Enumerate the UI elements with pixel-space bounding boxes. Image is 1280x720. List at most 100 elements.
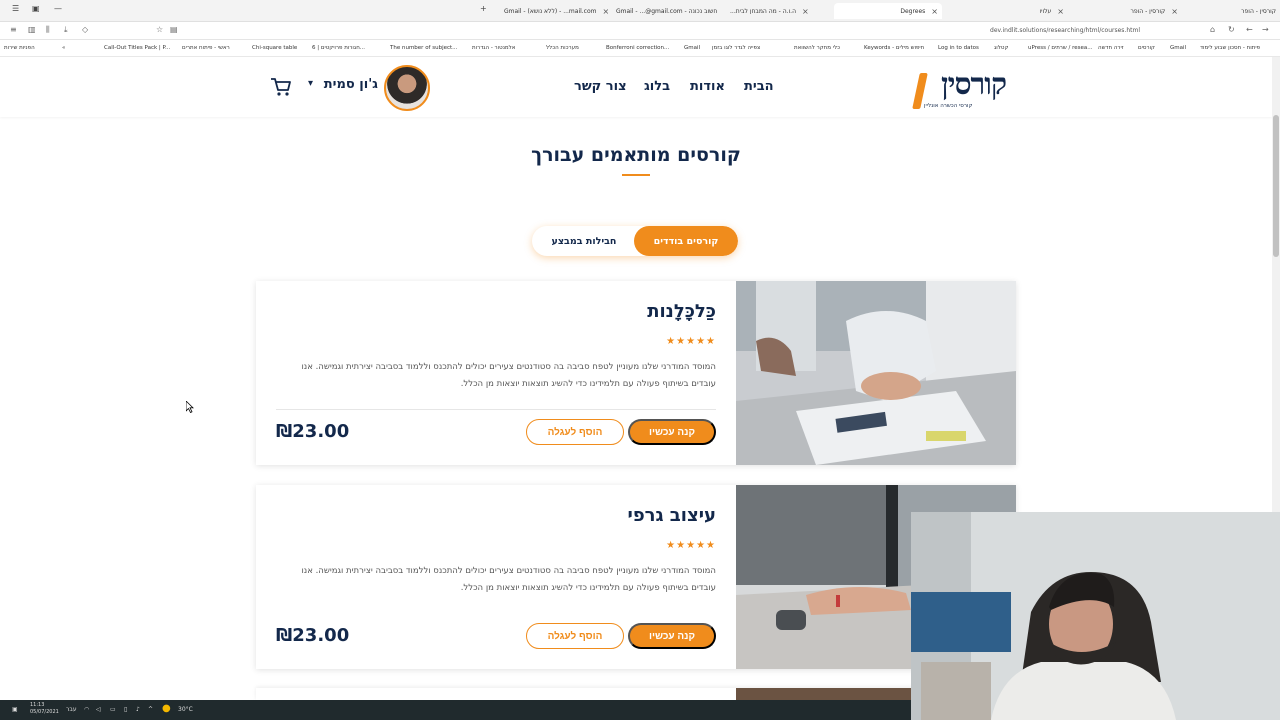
course-title[interactable]: כַּלכָּלָנות: [647, 301, 716, 322]
date: 05/07/2021: [30, 709, 59, 715]
logo-text: קורסין: [940, 67, 1007, 102]
course-description: המוסד המודרני שלנו מעוניין לטפח סביבה בה…: [301, 566, 716, 593]
volume-icon[interactable]: ◁: [96, 706, 101, 713]
avatar[interactable]: [384, 65, 430, 111]
close-icon[interactable]: ×: [603, 7, 609, 16]
scrollbar-thumb[interactable]: [1273, 115, 1279, 257]
course-type-toggle: קורסים בודדים חבילות במבצע: [532, 226, 738, 256]
course-card: כַּלכָּלָנות ★★★★★ המוסד המודרני שלנו מע…: [256, 281, 1016, 465]
tab-single-courses[interactable]: קורסים בודדים: [634, 226, 738, 256]
mouse-cursor-icon: [186, 401, 194, 413]
chevron-down-icon[interactable]: ▾: [308, 78, 313, 89]
chevron-left-icon[interactable]: «: [62, 45, 65, 51]
tab-label: ...ה.ו.ה - מה המבחן לבית: [730, 7, 796, 15]
tab-gmail-1[interactable]: Gmail - (ללא נושא) - ...mail.com ×: [500, 3, 608, 19]
close-icon[interactable]: ×: [1057, 7, 1064, 16]
buy-now-button[interactable]: קנה עכשיו: [628, 623, 716, 649]
course-title[interactable]: עיצוב גרפי: [628, 505, 716, 526]
nav-home[interactable]: הבית: [744, 79, 774, 94]
star-icon[interactable]: ☆: [156, 25, 163, 34]
course-price: ₪23.00: [276, 625, 350, 646]
bookmarks-bar: הפניות שירות « Call-Out Titles Pack | P.…: [0, 40, 1280, 57]
menu-icon[interactable]: ☰: [12, 4, 19, 13]
minimize-icon[interactable]: —: [54, 4, 62, 13]
bookmark[interactable]: צפייה לגדר לוגו בזמן: [712, 45, 760, 51]
library-icon[interactable]: ⫼: [46, 25, 50, 35]
time: 11:13: [30, 702, 45, 708]
tab-gmail-2[interactable]: Gmail - ...@gmail.com - חשוב נכונה×: [612, 3, 722, 19]
tab-third[interactable]: ...ה.ו.ה - מה המבחן לבית ×: [726, 3, 836, 19]
nav-about[interactable]: אודות: [690, 79, 725, 94]
bookmark[interactable]: Bonferroni correction...: [606, 45, 669, 51]
divider: [276, 409, 716, 410]
battery-icon[interactable]: ▯: [124, 706, 127, 713]
tab-seventh[interactable]: קורסין - הופר: [1184, 3, 1280, 19]
sidebar-icon[interactable]: ≡: [10, 25, 17, 34]
back-icon[interactable]: ←: [1246, 25, 1253, 34]
bookmark[interactable]: Gmail: [1170, 45, 1186, 51]
bookmark[interactable]: The number of subject...: [390, 45, 457, 51]
wifi-icon[interactable]: ◠: [84, 706, 89, 713]
bookmark[interactable]: Log in to datos: [938, 45, 979, 51]
tab-label: Degrees: [900, 7, 926, 15]
shield-icon[interactable]: ◇: [82, 25, 88, 34]
bookmark[interactable]: Call-Out Titles Pack | P...: [104, 45, 170, 51]
download-icon[interactable]: ⤓: [64, 25, 68, 35]
add-to-cart-button[interactable]: הוסף לעגלה: [526, 419, 624, 445]
window-icon[interactable]: ▣: [32, 4, 40, 13]
browser-tab-bar: ☰ ▣ — + Gmail - (ללא נושא) - ...mail.com…: [0, 0, 1280, 22]
chevron-up-icon[interactable]: ^: [148, 706, 153, 713]
close-icon[interactable]: ×: [802, 7, 809, 16]
cart-icon[interactable]: [270, 77, 292, 97]
bookmark[interactable]: קורסים: [1138, 45, 1155, 51]
tab-fifth[interactable]: עלויו ×: [950, 3, 1068, 19]
bookmark[interactable]: פיתוח - חסכון שבוע לימוד: [1200, 45, 1260, 51]
tab-bundles[interactable]: חבילות במבצע: [532, 226, 636, 256]
bookmark[interactable]: uPress / שרתים / resea...: [1028, 45, 1093, 51]
bookmark[interactable]: קטלוג: [994, 45, 1008, 51]
tab-label: Gmail - (ללא נושא) - ...mail.com: [504, 7, 597, 15]
course-card: [256, 688, 1016, 700]
bookmark[interactable]: חגורות פרויקטים | 6...: [312, 45, 365, 51]
course-image: [736, 281, 1016, 465]
close-icon[interactable]: ×: [931, 7, 938, 16]
tab-label: קורסין - הופר: [1241, 7, 1276, 15]
bookmark[interactable]: כלי מחקר להשוואת: [794, 45, 840, 51]
logo-tagline: קורסי הכשרה אונליין: [924, 103, 973, 109]
bookmark[interactable]: הפניות שירות: [4, 45, 35, 51]
clock: 11:13 05/07/2021: [30, 702, 59, 716]
buy-now-button[interactable]: קנה עכשיו: [628, 419, 716, 445]
webcam-overlay: [911, 512, 1280, 720]
reload-icon[interactable]: ↻: [1228, 25, 1235, 34]
bookmark[interactable]: Gmail: [684, 45, 700, 51]
network-icon[interactable]: ▭: [110, 706, 116, 713]
forward-icon[interactable]: →: [1262, 25, 1269, 34]
language-indicator[interactable]: עבר: [66, 706, 77, 713]
site-logo[interactable]: קורסין קורסי הכשרה אונליין: [910, 65, 1010, 111]
windows-icon[interactable]: ▣: [12, 706, 18, 713]
bookmark[interactable]: ראשי - פיתוח אתרים: [182, 45, 230, 51]
reading-list-icon[interactable]: ▥: [28, 25, 36, 34]
bookmark[interactable]: אלמנטור - הגדרות: [472, 45, 515, 51]
add-to-cart-button[interactable]: הוסף לעגלה: [526, 623, 624, 649]
close-icon[interactable]: ×: [1171, 7, 1178, 16]
user-menu[interactable]: ג'ון סמית ▾: [308, 65, 430, 111]
nav-blog[interactable]: בלוג: [644, 79, 670, 94]
tab-label: Gmail - ...@gmail.com - חשוב נכונה: [616, 7, 718, 15]
bookmark[interactable]: זירה חדשה: [1098, 45, 1124, 51]
user-name: ג'ון סמית: [323, 77, 378, 92]
bookmark[interactable]: מערכות הכלל: [546, 45, 579, 51]
tab-degrees[interactable]: Degrees ×: [834, 3, 942, 19]
tab-sixth[interactable]: קורסין - הופר ×: [1070, 3, 1182, 19]
bookmark[interactable]: Chi-square table: [252, 45, 297, 51]
tab-label: עלויו: [1039, 7, 1052, 15]
reader-icon[interactable]: ▤: [170, 25, 178, 34]
weather-temp[interactable]: 30°C: [178, 706, 193, 713]
nav-contact[interactable]: צור קשר: [574, 79, 627, 94]
rating-stars-icon: ★★★★★: [666, 336, 716, 347]
home-icon[interactable]: ⌂: [1210, 25, 1215, 34]
mic-icon[interactable]: ♪: [136, 706, 140, 713]
new-tab-icon[interactable]: +: [480, 4, 487, 13]
url-field[interactable]: dev.indlit.solutions/researching/html/co…: [990, 27, 1140, 34]
bookmark[interactable]: Keywords - חיפוש מילים: [864, 45, 924, 51]
